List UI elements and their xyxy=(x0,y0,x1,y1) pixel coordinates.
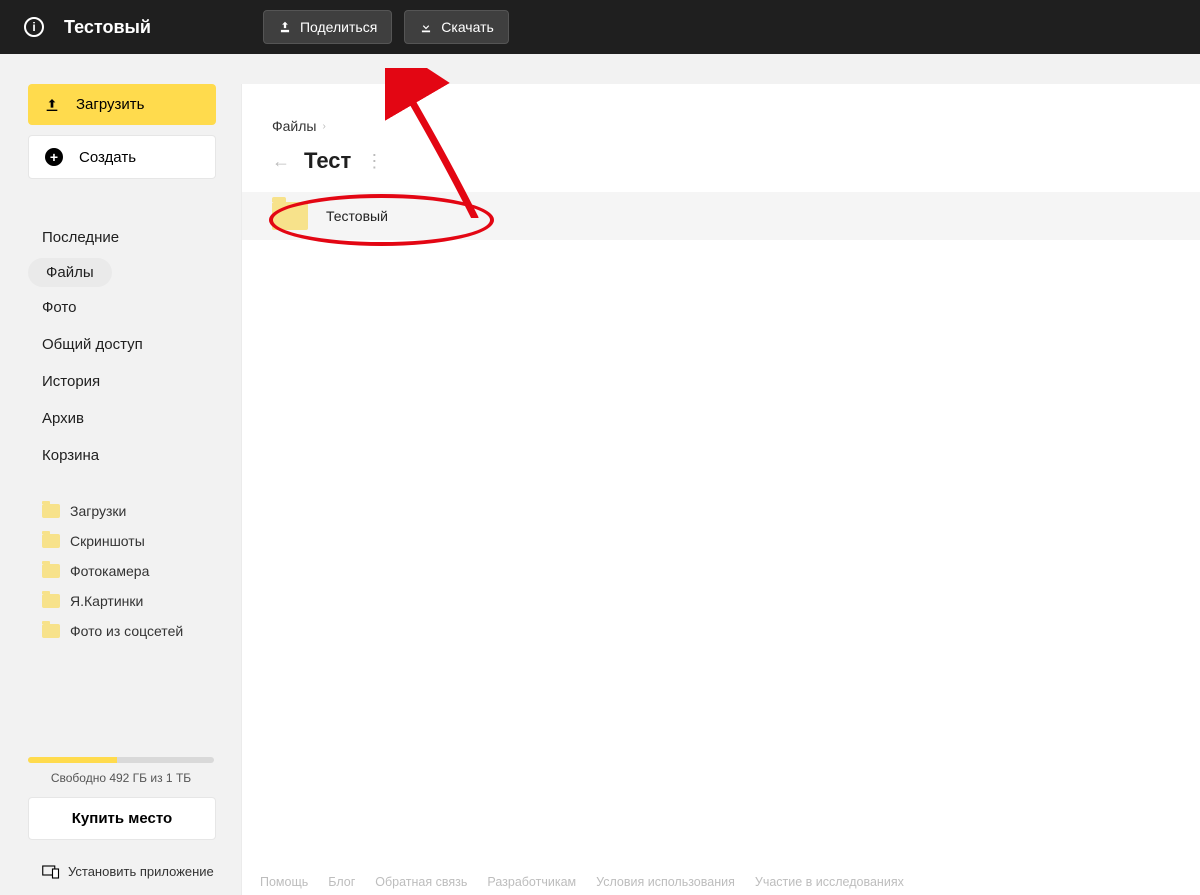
share-icon xyxy=(278,20,292,34)
back-button[interactable]: ← xyxy=(272,151,290,172)
upload-button[interactable]: Загрузить xyxy=(28,84,216,125)
sidebar-folder-pictures[interactable]: Я.Картинки xyxy=(14,586,228,616)
folder-icon xyxy=(42,534,60,548)
footer-link-developers[interactable]: Разработчикам xyxy=(487,875,576,889)
create-button-label: Создать xyxy=(79,149,136,166)
create-button[interactable]: + Создать xyxy=(28,135,216,179)
info-icon[interactable]: i xyxy=(24,17,44,37)
nav-item-photo[interactable]: Фото xyxy=(28,291,90,324)
sidebar: Загрузить + Создать Последние Файлы Фото… xyxy=(0,54,242,895)
nav-item-history[interactable]: История xyxy=(28,365,114,398)
sidebar-folder-screenshots[interactable]: Скриншоты xyxy=(14,526,228,556)
chevron-right-icon: › xyxy=(322,121,325,132)
breadcrumb-root[interactable]: Файлы xyxy=(272,118,316,134)
topbar-title: Тестовый xyxy=(64,17,151,38)
footer-link-research[interactable]: Участие в исследованиях xyxy=(755,875,904,889)
topbar: i Тестовый Поделиться Скачать xyxy=(0,0,1200,54)
plus-icon: + xyxy=(45,148,63,166)
nav-item-trash[interactable]: Корзина xyxy=(28,439,113,472)
sidebar-folder-label: Я.Картинки xyxy=(70,593,143,609)
footer-link-blog[interactable]: Блог xyxy=(328,875,355,889)
footer-link-terms[interactable]: Условия использования xyxy=(596,875,735,889)
footer-link-feedback[interactable]: Обратная связь xyxy=(375,875,467,889)
sidebar-folder-social[interactable]: Фото из соцсетей xyxy=(14,616,228,646)
nav-item-shared[interactable]: Общий доступ xyxy=(28,328,157,361)
folder-icon xyxy=(42,594,60,608)
download-button[interactable]: Скачать xyxy=(404,10,509,44)
folder-icon xyxy=(42,504,60,518)
main-panel: Файлы › ← Тест ⋮ Тестовый xyxy=(242,84,1200,895)
buy-storage-button[interactable]: Купить место xyxy=(28,797,216,840)
storage-bar xyxy=(28,757,214,763)
nav-item-recent[interactable]: Последние xyxy=(28,221,133,254)
sidebar-folder-label: Фотокамера xyxy=(70,563,149,579)
nav: Последние Файлы Фото Общий доступ Истори… xyxy=(14,219,228,474)
sidebar-folder-label: Скриншоты xyxy=(70,533,145,549)
sidebar-folder-label: Загрузки xyxy=(70,503,126,519)
folder-heading: ← Тест ⋮ xyxy=(242,144,1200,192)
sidebar-folders: Загрузки Скриншоты Фотокамера Я.Картинки… xyxy=(14,496,228,646)
nav-item-archive[interactable]: Архив xyxy=(28,402,98,435)
footer-link-help[interactable]: Помощь xyxy=(260,875,308,889)
folder-icon xyxy=(272,202,308,230)
download-icon xyxy=(419,20,433,34)
download-button-label: Скачать xyxy=(441,19,494,35)
breadcrumb: Файлы › xyxy=(242,84,1200,144)
list-item[interactable]: Тестовый xyxy=(242,192,1200,240)
footer: Помощь Блог Обратная связь Разработчикам… xyxy=(0,875,1200,889)
storage-text: Свободно 492 ГБ из 1 ТБ xyxy=(14,771,228,785)
item-name: Тестовый xyxy=(326,208,388,224)
sidebar-folder-label: Фото из соцсетей xyxy=(70,623,183,639)
more-menu-button[interactable]: ⋮ xyxy=(365,151,384,172)
share-button-label: Поделиться xyxy=(300,19,377,35)
share-button[interactable]: Поделиться xyxy=(263,10,392,44)
sidebar-folder-downloads[interactable]: Загрузки xyxy=(14,496,228,526)
nav-item-files[interactable]: Файлы xyxy=(28,258,112,287)
upload-icon xyxy=(44,97,60,113)
upload-button-label: Загрузить xyxy=(76,96,145,113)
folder-title: Тест xyxy=(304,148,351,174)
folder-icon xyxy=(42,564,60,578)
folder-icon xyxy=(42,624,60,638)
storage-bar-fill xyxy=(28,757,117,763)
sidebar-folder-camera[interactable]: Фотокамера xyxy=(14,556,228,586)
